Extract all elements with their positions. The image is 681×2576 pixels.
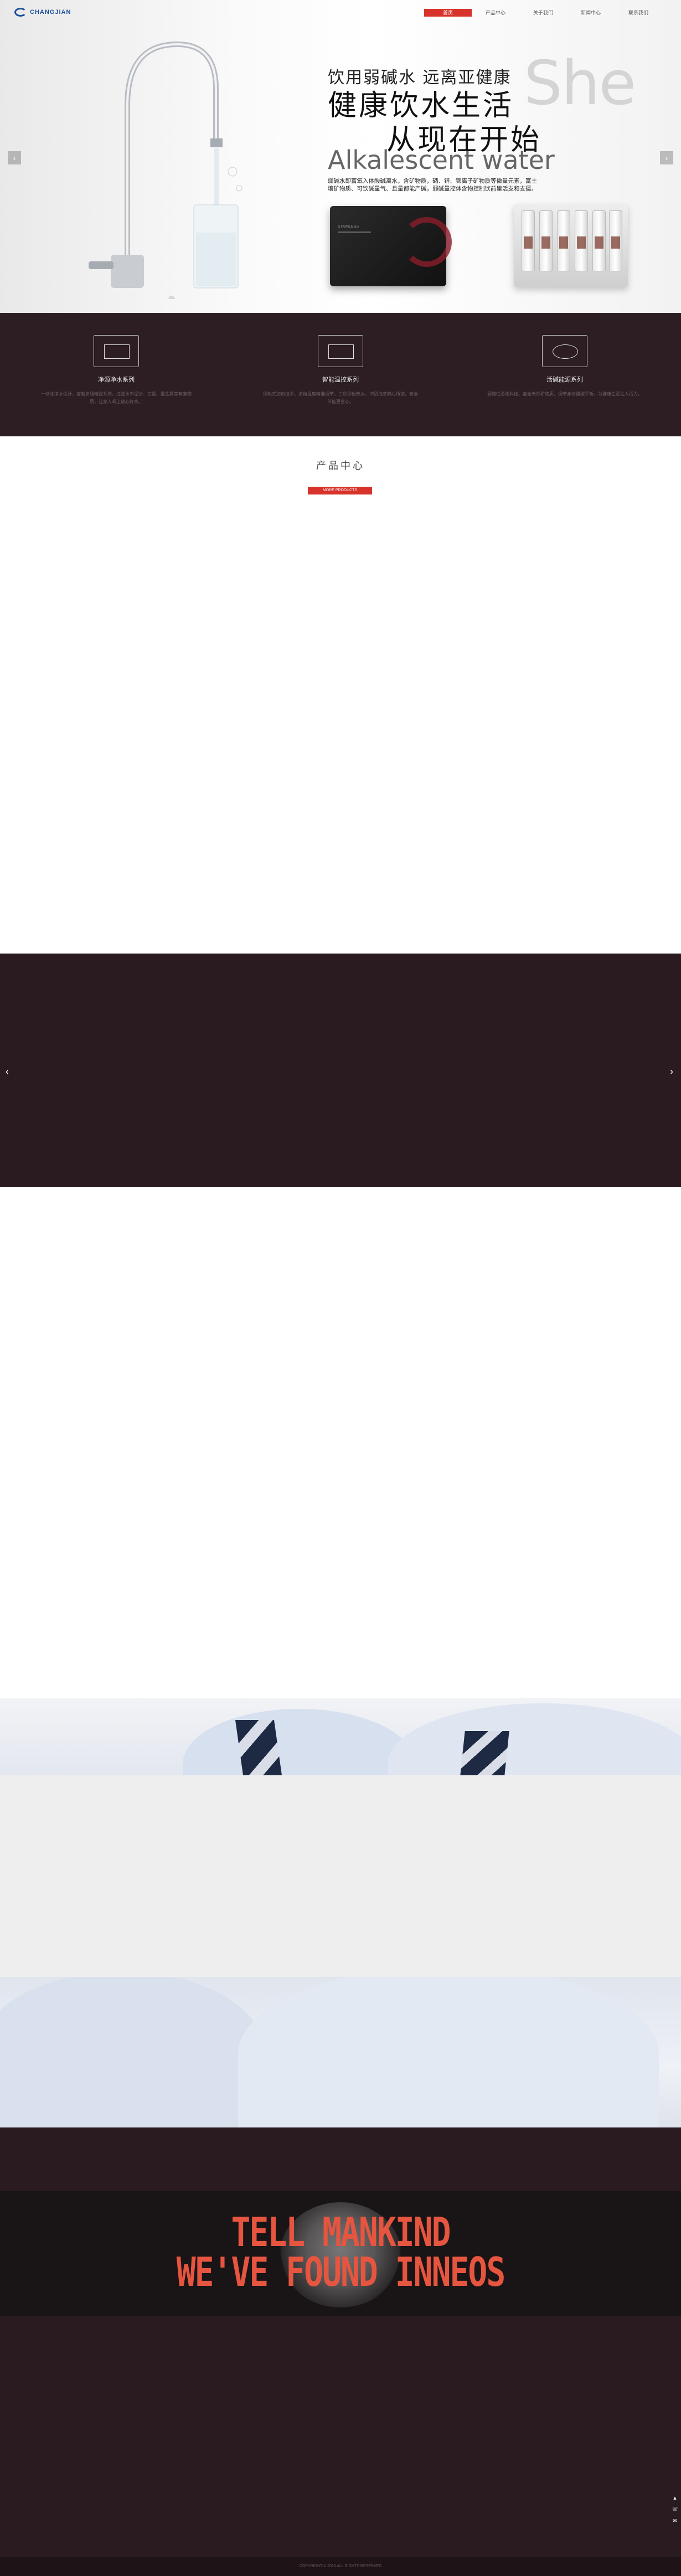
side-toolbar: ▲ ☏ ✉: [672, 2495, 678, 2524]
tell-line-2: WE'VE FOUND INNEOS: [176, 2248, 506, 2296]
hero-she-watermark: She: [524, 48, 636, 119]
carousel-next-arrow[interactable]: ›: [670, 1066, 673, 1078]
bottom-dark-section: [0, 2316, 681, 2557]
features-section: 净源净水系列 一体化净水设计，搭载多级精滤系统，过滤水中泥沙、余氯、重金属等有害…: [0, 313, 681, 436]
nav-item-products[interactable]: 产品中心: [472, 9, 519, 17]
feature-text: 弱碱性活化科技，富含天然矿物质，调节身体酸碱平衡，为健康生活注入活力。: [487, 391, 642, 396]
hero-description: 弱碱水即富氧入体酸碱离水，含矿物质，硒、锌、锶离子矿物质等微量元素，富土壤矿物质…: [328, 178, 537, 192]
heater-icon: [318, 335, 363, 367]
logo-text: CHANGJIAN: [30, 9, 71, 16]
product-center-title: 产品中心: [316, 460, 365, 471]
nav-item-contact[interactable]: 联系我们: [615, 9, 662, 17]
hero-next-arrow[interactable]: ›: [660, 151, 673, 164]
product-image-filters: [514, 204, 628, 287]
feature-text: 即热式加热技术，多档温度精准调节，三秒即出热水，冲奶泡茶随心所欲，安全节能更省心…: [263, 391, 418, 404]
hero-prev-arrow[interactable]: ‹: [8, 151, 21, 164]
feature-item[interactable]: 活碱能源系列 弱碱性活化科技，富含天然矿物质，调节身体酸碱平衡，为健康生活注入活…: [482, 335, 648, 398]
feature-item[interactable]: 净源净水系列 一体化净水设计，搭载多级精滤系统，过滤水中泥沙、余氯、重金属等有害…: [33, 335, 199, 406]
feature-text: 一体化净水设计，搭载多级精滤系统，过滤水中泥沙、余氯、重金属等有害物质，让家人喝…: [41, 391, 192, 404]
mail-icon[interactable]: ✉: [672, 2518, 678, 2524]
filter-system-icon: [94, 335, 139, 367]
alkaline-device-icon: [542, 335, 587, 367]
dark-spacer: [0, 2127, 681, 2191]
carousel-prev-arrow[interactable]: ‹: [6, 1066, 9, 1078]
team-banner-top: [0, 1698, 681, 1775]
site-header: CHANGJIAN 首页 产品中心 关于我们 新闻中心 联系我们: [0, 0, 681, 24]
footer: COPYRIGHT © 2016 ALL RIGHTS RESERVED: [0, 2557, 681, 2576]
more-products-button[interactable]: MORE PRODUCTS: [308, 487, 372, 494]
back-to-top-icon[interactable]: ▲: [672, 2495, 678, 2501]
feature-item[interactable]: 智能温控系列 即热式加热技术，多档温度精准调节，三秒即出热水，冲奶泡茶随心所欲，…: [257, 335, 424, 406]
faucet-image: [89, 41, 243, 299]
team-banner-bottom: [0, 1977, 681, 2127]
nav-item-news[interactable]: 新闻中心: [567, 9, 615, 17]
nav-item-about[interactable]: 关于我们: [519, 9, 567, 17]
site-logo[interactable]: CHANGJIAN: [14, 8, 71, 17]
feature-title: 智能温控系列: [322, 377, 359, 383]
hero-english-title: Alkalescent water: [328, 145, 555, 175]
feature-title: 净源净水系列: [98, 377, 135, 383]
main-nav: 首页 产品中心 关于我们 新闻中心 联系我们: [424, 9, 662, 17]
feature-title: 活碱能源系列: [546, 377, 583, 383]
nav-item-home[interactable]: 首页: [424, 9, 472, 17]
product-image-purifier: STAINLESS: [330, 206, 452, 286]
tell-mankind-banner: TELL MANKIND WE'VE FOUND INNEOS: [0, 2191, 681, 2316]
dark-carousel: ‹ ›: [0, 954, 681, 1187]
phone-icon[interactable]: ☏: [672, 2506, 678, 2512]
logo-icon: [14, 8, 27, 17]
hero-banner: She 饮用弱碱水 远离亚健康 健康饮水生活 从现在开始 Alkalescent…: [0, 0, 681, 313]
gray-band: [0, 1775, 681, 1977]
